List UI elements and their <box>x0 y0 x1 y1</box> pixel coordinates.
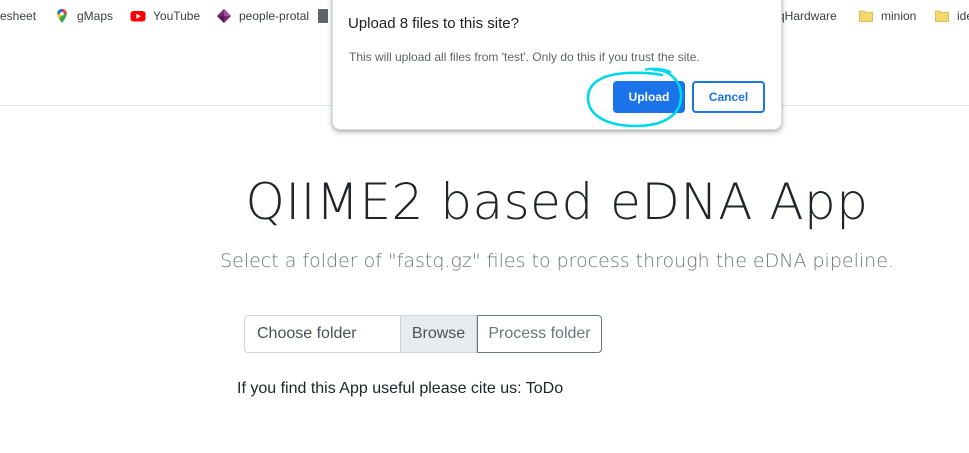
page-lead: Select a folder of "fastq.gz" files to p… <box>220 250 894 272</box>
process-folder-button[interactable]: Process folder <box>477 315 602 353</box>
bookmark-label: gMaps <box>77 9 114 23</box>
bookmark-gmaps[interactable]: gMaps <box>54 8 113 24</box>
bookmark-seqhardware[interactable]: qHardware <box>778 8 837 24</box>
dialog-message: This will upload all files from 'test'. … <box>349 50 700 64</box>
browse-button[interactable]: Browse <box>400 315 477 353</box>
bookmark-youtube[interactable]: YouTube <box>130 8 200 24</box>
bookmark-ide[interactable]: ide <box>934 8 969 24</box>
page-title: QIIME2 based eDNA App <box>245 173 869 231</box>
bookmark-label: ide <box>957 9 969 23</box>
upload-button[interactable]: Upload <box>613 81 685 113</box>
folder-icon <box>934 8 950 24</box>
folder-icon <box>858 8 874 24</box>
youtube-icon <box>130 8 146 24</box>
upload-confirm-dialog: Upload 8 files to this site? This will u… <box>332 0 782 130</box>
bookmark-people-protal[interactable]: people-protal <box>216 8 309 24</box>
folder-input[interactable]: Choose folder <box>244 315 400 353</box>
bookmark-label: YouTube <box>153 9 201 23</box>
dialog-title: Upload 8 files to this site? <box>348 15 519 32</box>
bookmark-label: qHardware <box>778 9 837 23</box>
google-maps-icon <box>54 8 70 24</box>
bookmark-favicon-icon <box>318 9 328 23</box>
folder-form: Choose folder Browse Process folder <box>244 315 602 353</box>
bookmark-timesheet[interactable]: esheet <box>0 8 36 24</box>
bookmark-partial[interactable] <box>318 8 328 24</box>
bookmark-label: minion <box>881 9 917 23</box>
cancel-button[interactable]: Cancel <box>692 81 765 113</box>
citation-text: If you find this App useful please cite … <box>237 380 564 397</box>
bookmark-minion[interactable]: minion <box>858 8 916 24</box>
browser-viewport: esheet gMaps YouTube people-protal qHard… <box>0 0 969 453</box>
power-apps-icon <box>216 8 232 24</box>
bookmark-label: esheet <box>0 9 37 23</box>
bookmark-label: people-protal <box>239 9 310 23</box>
